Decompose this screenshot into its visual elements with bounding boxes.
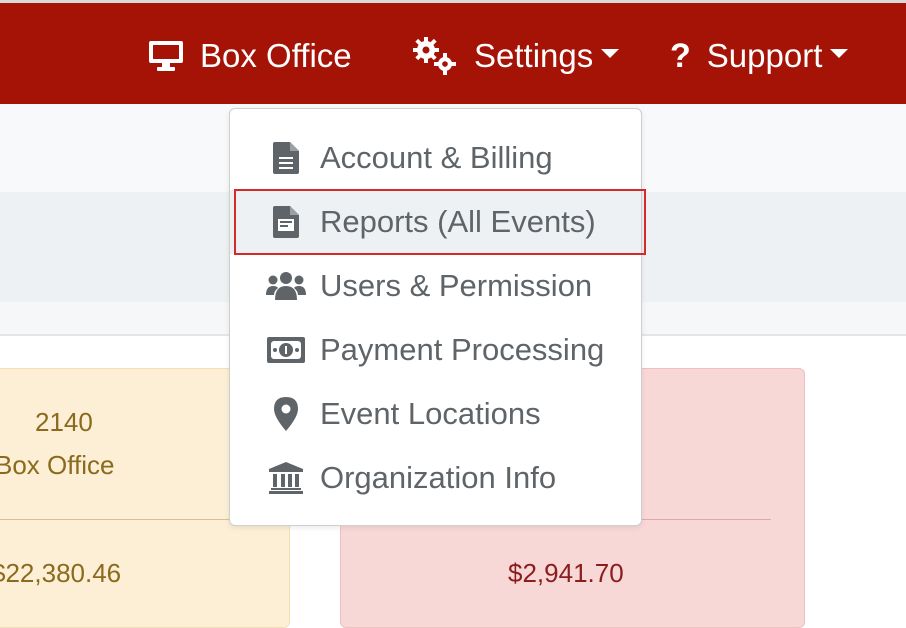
nav-support-label: Support (706, 37, 823, 74)
menu-item-label: Organization Info (320, 460, 557, 495)
report-icon (266, 206, 306, 238)
map-pin-icon (266, 397, 306, 431)
gears-icon (412, 36, 458, 76)
file-icon (266, 142, 306, 174)
bank-icon (266, 462, 306, 494)
top-navbar: Box Office Settings ? Support (0, 0, 906, 104)
money-icon (266, 337, 306, 363)
box-office-label: Box Office (0, 450, 115, 480)
nav-settings[interactable]: Settings (412, 29, 620, 83)
menu-item-users-permission[interactable]: Users & Permission (230, 254, 641, 318)
menu-item-event-locations[interactable]: Event Locations (230, 382, 641, 446)
menu-item-payment-processing[interactable]: Payment Processing (230, 318, 641, 382)
box-office-amount: $22,380.46 (0, 558, 122, 588)
second-card-amount: $2,941.70 (508, 558, 624, 588)
menu-item-label: Reports (All Events) (320, 204, 596, 239)
settings-dropdown-menu: Account & Billing Reports (All Events) U… (229, 108, 642, 526)
menu-item-label: Event Locations (320, 396, 541, 431)
chevron-down-icon (601, 48, 620, 58)
nav-box-office-label: Box Office (200, 37, 352, 74)
menu-item-account-billing[interactable]: Account & Billing (230, 126, 641, 190)
box-office-count: 2140 (35, 407, 93, 437)
menu-item-reports[interactable]: Reports (All Events) (230, 190, 641, 254)
question-icon: ? (670, 36, 691, 75)
monitor-icon (148, 40, 184, 72)
menu-item-label: Account & Billing (320, 140, 553, 175)
nav-box-office[interactable]: Box Office (148, 29, 352, 83)
menu-item-organization-info[interactable]: Organization Info (230, 446, 641, 510)
nav-support[interactable]: ? Support (670, 29, 849, 83)
nav-settings-label: Settings (474, 37, 594, 74)
menu-item-label: Payment Processing (320, 332, 605, 367)
menu-item-label: Users & Permission (320, 268, 593, 303)
chevron-down-icon (830, 48, 849, 58)
users-icon (266, 271, 306, 301)
